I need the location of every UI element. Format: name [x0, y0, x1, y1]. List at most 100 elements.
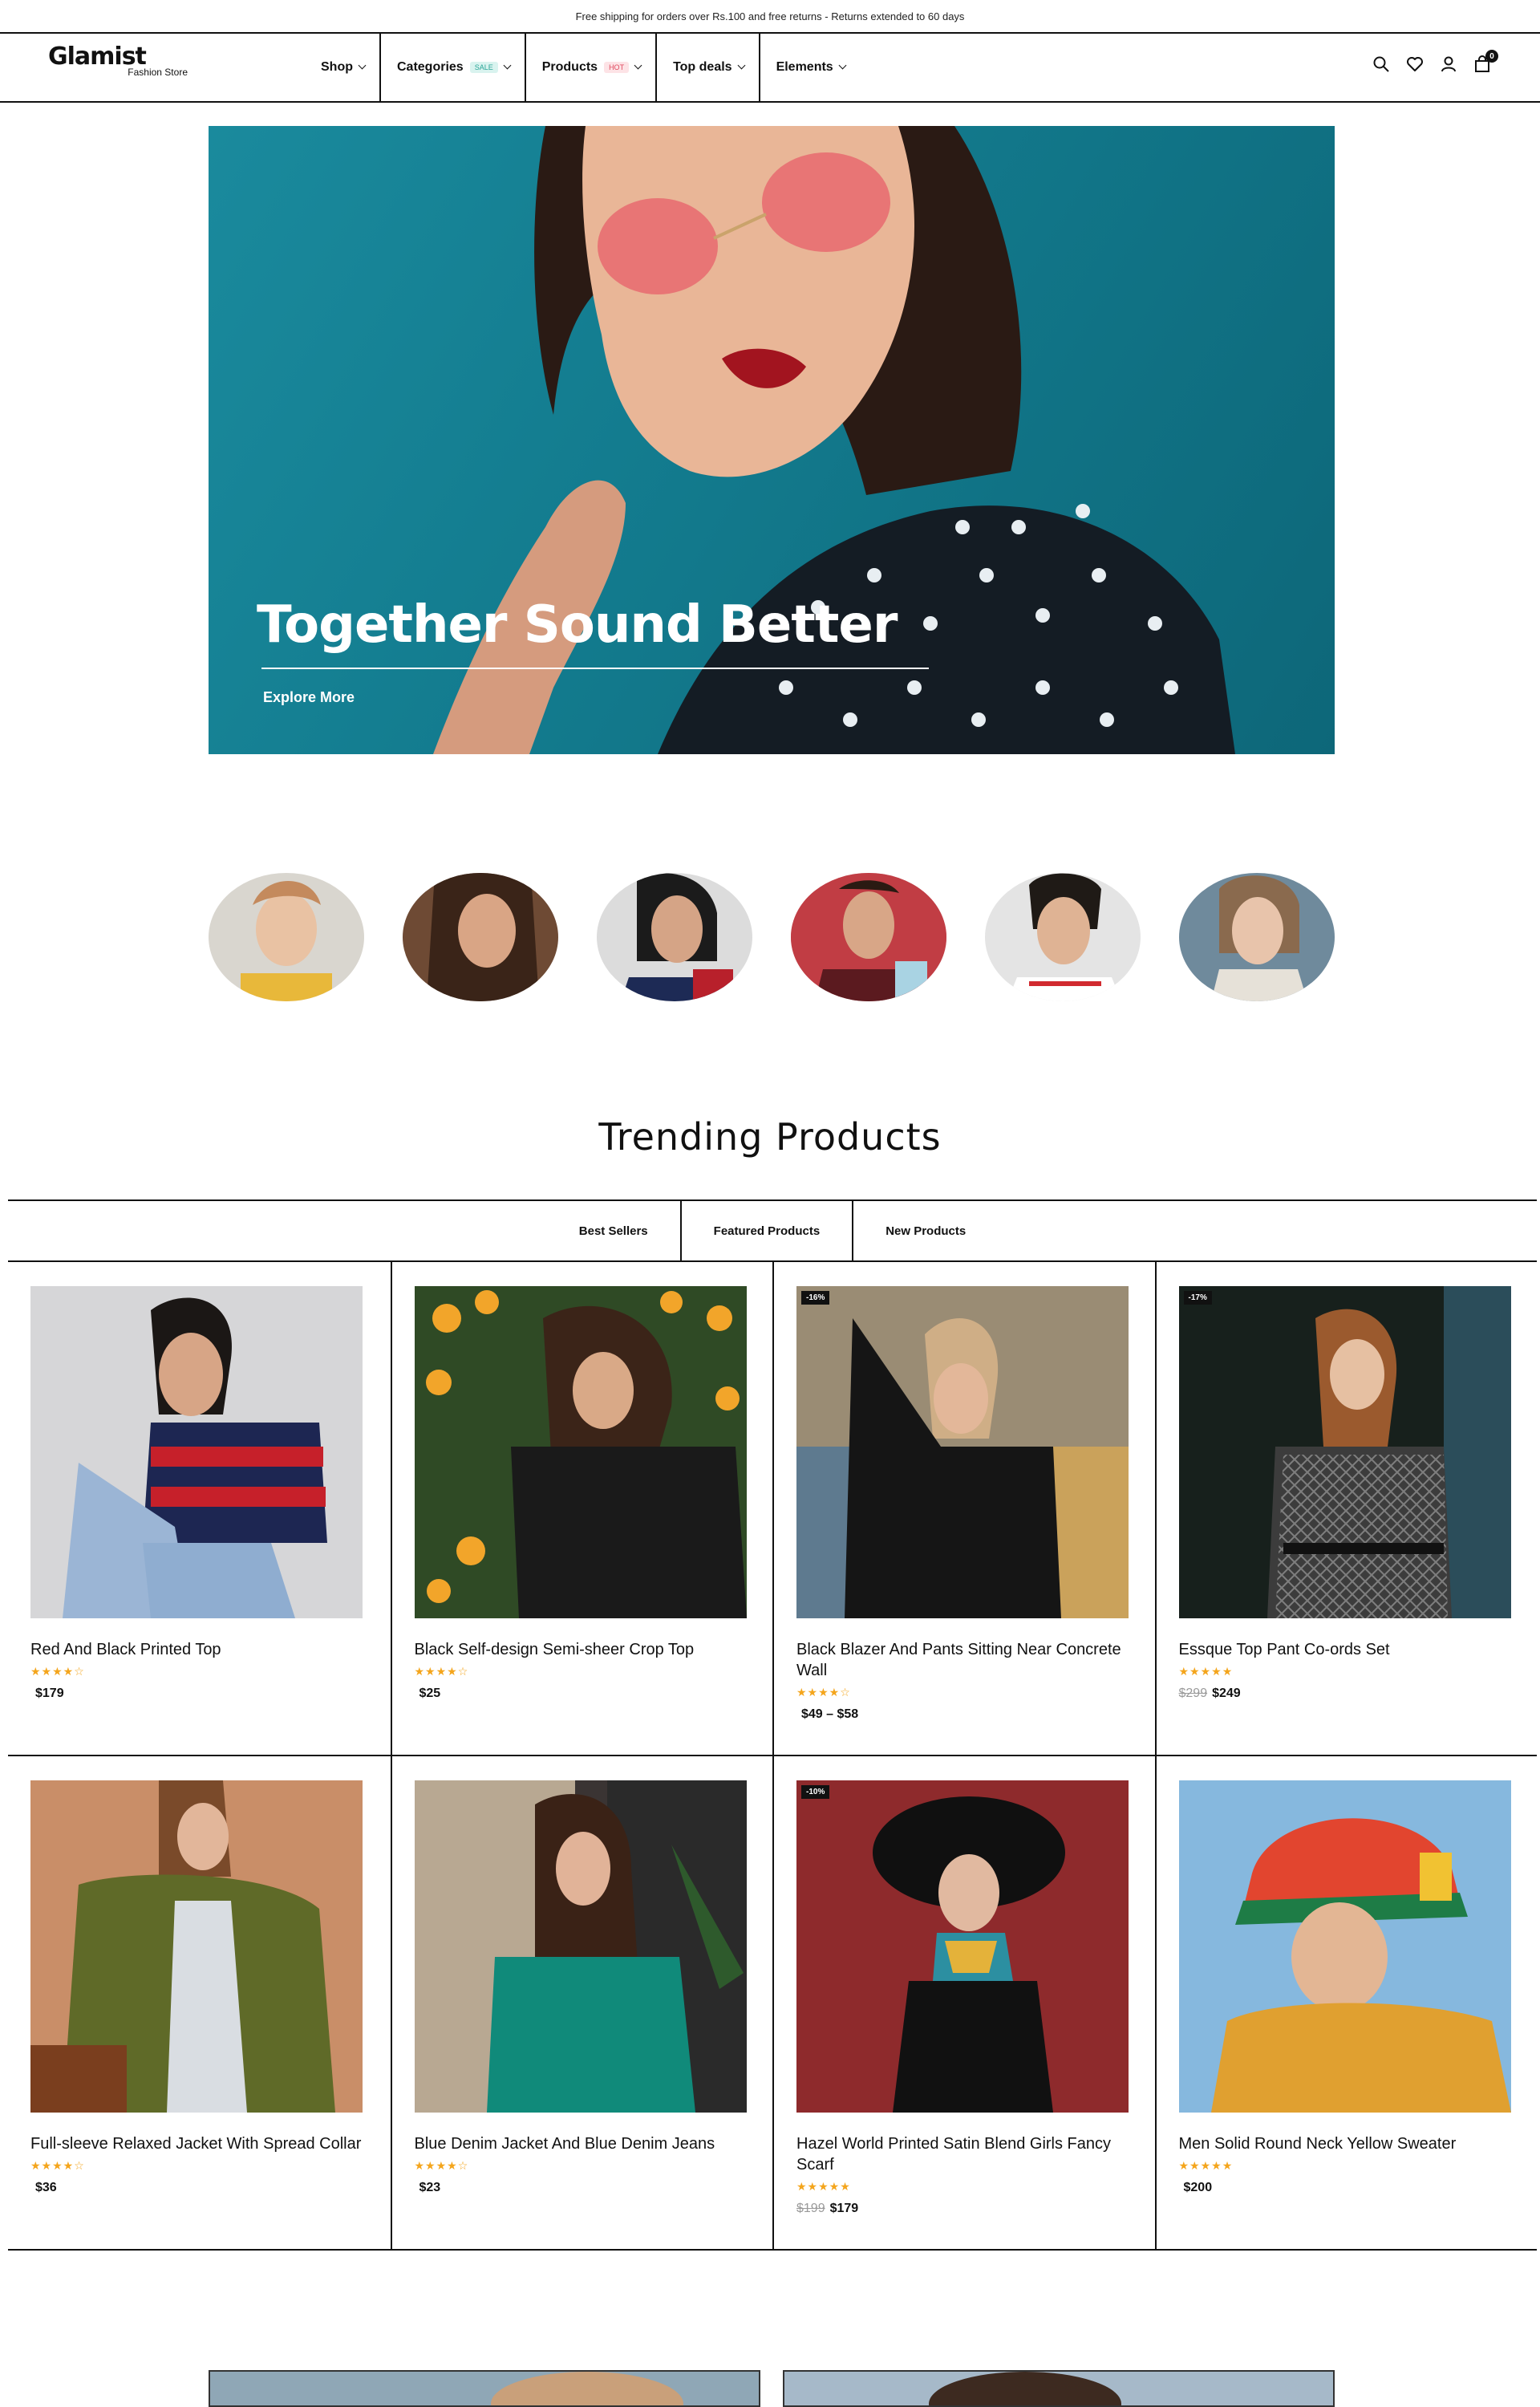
product-image[interactable]	[414, 1286, 747, 1618]
hero-title: Together Sound Better	[257, 595, 898, 655]
product-card[interactable]: -16% Black Blazer And Pants Sitting Near…	[772, 1262, 1155, 1755]
product-card[interactable]: Men Solid Round Neck Yellow Sweater ★★★★…	[1154, 1756, 1538, 2249]
category-circle[interactable]	[597, 873, 752, 1001]
rating-stars: ★★★★☆	[414, 1665, 469, 1678]
product-image[interactable]	[30, 1780, 363, 2113]
nav-label: Products	[541, 60, 598, 74]
section-title: Trending Products	[598, 1115, 942, 1159]
discount-badge: -16%	[801, 1291, 830, 1305]
product-price: $49 – $58	[796, 1707, 1133, 1722]
hero-banner[interactable]: Together Sound Better Explore More	[209, 126, 1335, 754]
current-price: $49 – $58	[801, 1707, 859, 1721]
product-name[interactable]: Hazel World Printed Satin Blend Girls Fa…	[796, 2133, 1133, 2175]
chevron-down-icon	[634, 61, 642, 70]
product-name[interactable]: Full-sleeve Relaxed Jacket With Spread C…	[30, 2133, 367, 2154]
old-price: $199	[796, 2202, 825, 2215]
nav-item-products[interactable]: Products HOT	[526, 34, 658, 101]
product-tabs: Best Sellers Featured Products New Produ…	[8, 1199, 1537, 1262]
promo-banner-right[interactable]	[783, 2370, 1335, 2407]
current-price: $200	[1183, 2181, 1213, 2194]
site-header: Glamist Fashion Store Shop Categories SA…	[0, 32, 1540, 103]
header-icons: 0	[1372, 50, 1498, 74]
discount-badge: -10%	[801, 1785, 830, 1799]
category-circles	[209, 873, 1335, 1001]
product-price: $25	[415, 1687, 751, 1701]
search-icon[interactable]	[1372, 55, 1391, 74]
category-circle[interactable]	[1179, 873, 1335, 1001]
old-price: $299	[1178, 1687, 1208, 1700]
rating-stars: ★★★★★	[1178, 2159, 1234, 2172]
product-row: Red And Black Printed Top ★★★★☆ $179 Bla…	[8, 1262, 1537, 1756]
product-price: $299 $249	[1179, 1687, 1515, 1701]
rating-stars: ★★★★☆	[30, 1665, 85, 1678]
rating-stars: ★★★★☆	[414, 2159, 469, 2172]
category-circle[interactable]	[985, 873, 1141, 1001]
tab-best-sellers[interactable]: Best Sellers	[547, 1201, 680, 1260]
nav-label: Shop	[321, 60, 353, 74]
product-name[interactable]: Black Self-design Semi-sheer Crop Top	[415, 1639, 752, 1660]
hot-badge: HOT	[604, 62, 630, 73]
nav-item-elements[interactable]: Elements	[760, 34, 860, 101]
cart-count-badge: 0	[1485, 50, 1498, 63]
product-card[interactable]: Black Self-design Semi-sheer Crop Top ★★…	[390, 1262, 773, 1755]
chevron-down-icon	[358, 61, 367, 70]
heart-icon[interactable]	[1405, 55, 1424, 74]
category-circle[interactable]	[403, 873, 558, 1001]
current-price: $23	[419, 2181, 441, 2194]
product-name[interactable]: Essque Top Pant Co-ords Set	[1179, 1639, 1516, 1660]
product-price: $179	[30, 1687, 368, 1701]
product-image[interactable]: -17%	[1178, 1286, 1511, 1618]
brand-logo[interactable]: Glamist Fashion Store	[48, 43, 192, 79]
current-price: $36	[35, 2181, 57, 2194]
product-image[interactable]	[1178, 1780, 1511, 2113]
bag-icon[interactable]: 0	[1473, 50, 1498, 74]
nav-item-top-deals[interactable]: Top deals	[657, 34, 760, 101]
product-name[interactable]: Red And Black Printed Top	[30, 1639, 367, 1660]
product-name[interactable]: Blue Denim Jacket And Blue Denim Jeans	[415, 2133, 752, 2154]
product-image[interactable]	[414, 1780, 747, 2113]
brand-name: Glamist	[48, 43, 147, 71]
product-card[interactable]: -10% Hazel World Printed Satin Blend Gir…	[772, 1756, 1155, 2249]
current-price: $25	[419, 1687, 441, 1700]
promo-banner-left[interactable]	[209, 2370, 760, 2407]
nav-label: Categories	[397, 60, 464, 74]
nav-label: Elements	[776, 60, 833, 74]
hero-divider	[261, 668, 929, 669]
product-grid: Red And Black Printed Top ★★★★☆ $179 Bla…	[8, 1262, 1537, 2251]
product-image[interactable]	[30, 1286, 363, 1618]
discount-badge: -17%	[1183, 1291, 1212, 1305]
product-card[interactable]: Red And Black Printed Top ★★★★☆ $179	[8, 1262, 391, 1755]
product-card[interactable]: Blue Denim Jacket And Blue Denim Jeans ★…	[390, 1756, 773, 2249]
product-name[interactable]: Black Blazer And Pants Sitting Near Conc…	[796, 1639, 1133, 1681]
nav-item-categories[interactable]: Categories SALE	[381, 34, 526, 101]
product-name[interactable]: Men Solid Round Neck Yellow Sweater	[1179, 2133, 1516, 2154]
main-nav: Shop Categories SALE Products HOT Top de…	[303, 34, 860, 101]
category-circle[interactable]	[791, 873, 946, 1001]
rating-stars: ★★★★★	[1178, 1665, 1234, 1678]
current-price: $179	[829, 2202, 859, 2215]
product-image[interactable]: -16%	[796, 1286, 1129, 1618]
user-icon[interactable]	[1439, 55, 1458, 74]
chevron-down-icon	[737, 61, 746, 70]
announcement-text: Free shipping for orders over Rs.100 and…	[575, 10, 965, 22]
nav-item-shop[interactable]: Shop	[303, 34, 381, 101]
tab-featured-products[interactable]: Featured Products	[679, 1201, 854, 1260]
product-price: $36	[30, 2181, 368, 2195]
rating-stars: ★★★★★	[796, 2180, 851, 2193]
product-card[interactable]: -17% Essque Top Pant Co-ords Set ★★★★★ $…	[1154, 1262, 1538, 1755]
current-price: $179	[35, 1687, 64, 1700]
chevron-down-icon	[503, 61, 512, 70]
product-card[interactable]: Full-sleeve Relaxed Jacket With Spread C…	[8, 1756, 391, 2249]
tab-new-products[interactable]: New Products	[853, 1201, 998, 1260]
rating-stars: ★★★★☆	[796, 1686, 851, 1699]
sale-badge: SALE	[469, 62, 498, 73]
product-image[interactable]: -10%	[796, 1780, 1129, 2113]
product-price: $200	[1179, 2181, 1515, 2195]
category-circle[interactable]	[209, 873, 364, 1001]
product-price: $199 $179	[796, 2202, 1133, 2216]
announcement-bar: Free shipping for orders over Rs.100 and…	[0, 0, 1540, 32]
explore-more-link[interactable]: Explore More	[263, 689, 355, 706]
current-price: $249	[1212, 1687, 1241, 1700]
hero-image	[433, 126, 1235, 754]
nav-label: Top deals	[673, 60, 732, 74]
